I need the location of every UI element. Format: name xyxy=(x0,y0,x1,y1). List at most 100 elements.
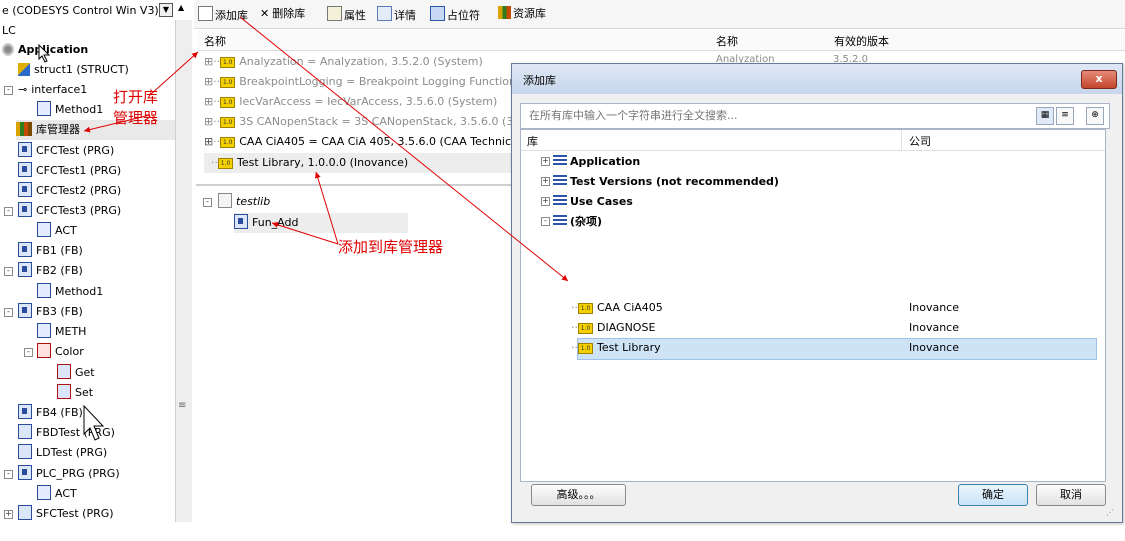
tree-item-cfctest2[interactable]: CFCTest2 (PRG) xyxy=(18,181,121,201)
tree-item-act[interactable]: ACT xyxy=(37,221,77,241)
category-misc[interactable]: (杂项) xyxy=(553,212,602,232)
library-list: ⊞·· 1.0 Analyzation = Analyzation, 3.5.2.0… xyxy=(198,51,567,176)
content-tree-item[interactable]: Fun_Add xyxy=(234,213,408,233)
cancel-button[interactable]: 取消 xyxy=(1036,484,1106,506)
library-row[interactable]: ⊞·· 1.0 Analyzation = Analyzation, 3.5.2.0… xyxy=(204,52,483,72)
tree-item-method1[interactable]: Method1 xyxy=(37,100,103,120)
tree-item-fb2-method1[interactable]: Method1 xyxy=(37,282,103,302)
column-name-2[interactable]: 名称 xyxy=(716,33,738,49)
remove-library-button[interactable]: ✕ 删除库 xyxy=(260,6,305,22)
repository-button[interactable]: 资源库 xyxy=(498,6,546,22)
collapse-icon[interactable]: - xyxy=(24,348,33,357)
close-button[interactable]: x xyxy=(1081,70,1117,89)
collapse-icon[interactable]: - xyxy=(4,470,13,479)
add-library-button[interactable]: 添加库 xyxy=(198,6,248,22)
tree-item-label: ACT xyxy=(55,224,77,237)
tree-item-get[interactable]: Get xyxy=(57,363,95,383)
add-library-label: 添加库 xyxy=(215,9,248,22)
pou-icon xyxy=(18,202,32,217)
tree-item-plc-prg[interactable]: PLC_PRG (PRG) xyxy=(18,464,120,484)
tree-item-label: CFCTest2 (PRG) xyxy=(36,184,122,197)
tree-item-label: PLC_PRG (PRG) xyxy=(36,467,120,480)
tree-item-interface1[interactable]: ⊸ interface1 xyxy=(18,80,87,100)
category-test-versions[interactable]: Test Versions (not recommended) xyxy=(553,172,779,192)
column-library[interactable]: 库 xyxy=(527,133,538,149)
collapse-icon[interactable]: - xyxy=(4,86,13,95)
expand-icon[interactable]: + xyxy=(541,177,550,186)
content-tree-root[interactable]: testlib xyxy=(218,192,270,212)
placeholder-button[interactable]: 占位符 xyxy=(430,6,480,22)
collapse-icon[interactable]: - xyxy=(541,217,550,226)
dialog-tree-header: 库 公司 xyxy=(521,130,1105,151)
content-root-label: testlib xyxy=(236,195,271,208)
library-badge-icon: 1.0 xyxy=(218,158,233,169)
tree-item-plc-prg-act[interactable]: ACT xyxy=(37,484,77,504)
library-row[interactable]: ⊞·· 1.0 IecVarAccess = IecVarAccess, 3.5.6… xyxy=(204,92,497,112)
application-icon xyxy=(2,43,14,56)
library-item-test-library[interactable]: ·· 1.0 Test Library xyxy=(571,338,661,358)
library-content-pane: - testlib Fun_Add xyxy=(198,188,516,528)
vertical-scrollbar[interactable] xyxy=(175,20,192,522)
tree-item-fb2[interactable]: FB2 (FB) xyxy=(18,261,83,281)
annotation-open-lib: 打开库 xyxy=(113,88,159,106)
interface-icon: ⊸ xyxy=(18,83,28,96)
library-list-header: 名称 名称 有效的版本 xyxy=(198,30,1125,51)
tree-item-set[interactable]: Set xyxy=(57,383,93,403)
dropdown-button[interactable]: ▼ xyxy=(159,3,173,17)
library-row[interactable]: ⊞·· 1.0 CAA CiA405 = CAA CiA 405, 3.5.6.0 … xyxy=(204,132,559,152)
tree-item-sfctest[interactable]: SFCTest (PRG) xyxy=(18,504,114,524)
scroll-grip-icon[interactable]: ≡ xyxy=(178,400,186,411)
search-box: ▦ ≡ ⊕ xyxy=(520,103,1110,129)
tree-item-cfctest1[interactable]: CFCTest1 (PRG) xyxy=(18,161,121,181)
search-input[interactable] xyxy=(527,108,971,123)
method-icon xyxy=(37,101,51,116)
tree-item-cfctest3[interactable]: CFCTest3 (PRG) xyxy=(18,201,121,221)
column-name[interactable]: 名称 xyxy=(204,33,226,49)
library-row[interactable]: ⊞·· 1.0 3S CANopenStack = 3S CANopenStack,… xyxy=(204,112,560,132)
library-row-selected[interactable]: ·· 1.0 Test Library, 1.0.0.0 (Inovance) xyxy=(204,153,516,173)
category-application[interactable]: Application xyxy=(553,152,640,172)
library-item-diagnose[interactable]: ·· 1.0 DIAGNOSE xyxy=(571,318,655,338)
ok-button[interactable]: 确定 xyxy=(958,484,1028,506)
tree-item-cfctest[interactable]: CFCTest (PRG) xyxy=(18,141,114,161)
tree-item-meth[interactable]: METH xyxy=(37,322,86,342)
category-use-cases[interactable]: Use Cases xyxy=(553,192,633,212)
expand-icon[interactable]: + xyxy=(541,157,550,166)
list-view-icon[interactable]: ≡ xyxy=(1056,107,1074,125)
collapse-icon[interactable]: - xyxy=(4,267,13,276)
tree-item-fb4[interactable]: FB4 (FB) xyxy=(18,403,83,423)
column-company[interactable]: 公司 xyxy=(909,133,931,149)
properties-button[interactable]: 属性 xyxy=(327,6,366,22)
tree-item-fb1[interactable]: FB1 (FB) xyxy=(18,241,83,261)
expand-all-icon[interactable]: ⊕ xyxy=(1086,107,1104,125)
scroll-up-arrow[interactable]: ▲ xyxy=(178,3,184,12)
tree-item-label: SFCTest (PRG) xyxy=(36,507,114,520)
category-view-icon[interactable]: ▦ xyxy=(1036,107,1054,125)
tree-item-fb3[interactable]: FB3 (FB) xyxy=(18,302,83,322)
tree-item-color[interactable]: Color xyxy=(37,342,84,362)
advanced-button[interactable]: 高级。。。 xyxy=(531,484,626,506)
collapse-icon[interactable]: - xyxy=(4,308,13,317)
collapse-icon[interactable]: - xyxy=(4,207,13,216)
tree-item-label: CFCTest1 (PRG) xyxy=(36,164,122,177)
library-file-icon xyxy=(218,193,232,208)
expand-icon[interactable]: + xyxy=(4,510,13,519)
column-version[interactable]: 有效的版本 xyxy=(834,33,889,49)
method-icon xyxy=(37,283,51,298)
tree-item-label: FB1 (FB) xyxy=(36,244,83,257)
expand-icon[interactable]: + xyxy=(541,197,550,206)
tree-item-ldtest[interactable]: LDTest (PRG) xyxy=(18,443,107,463)
library-item-caa-cia405[interactable]: ·· 1.0 CAA CiA405 xyxy=(571,298,663,318)
close-icon: x xyxy=(1095,72,1103,85)
pane-splitter[interactable] xyxy=(196,184,516,186)
details-button[interactable]: 详情 xyxy=(377,6,416,22)
tree-item-struct1[interactable]: struct1 (STRUCT) xyxy=(18,60,129,80)
method-icon xyxy=(37,323,51,338)
details-icon xyxy=(377,6,392,21)
collapse-icon[interactable]: - xyxy=(203,198,212,207)
resize-grip-icon[interactable]: ⋰ xyxy=(1106,508,1114,517)
tree-item-label: CFCTest (PRG) xyxy=(36,144,115,157)
dialog-titlebar[interactable]: 添加库 x xyxy=(512,64,1122,94)
library-item-company: Inovance xyxy=(909,341,959,354)
properties-label: 属性 xyxy=(344,9,366,22)
